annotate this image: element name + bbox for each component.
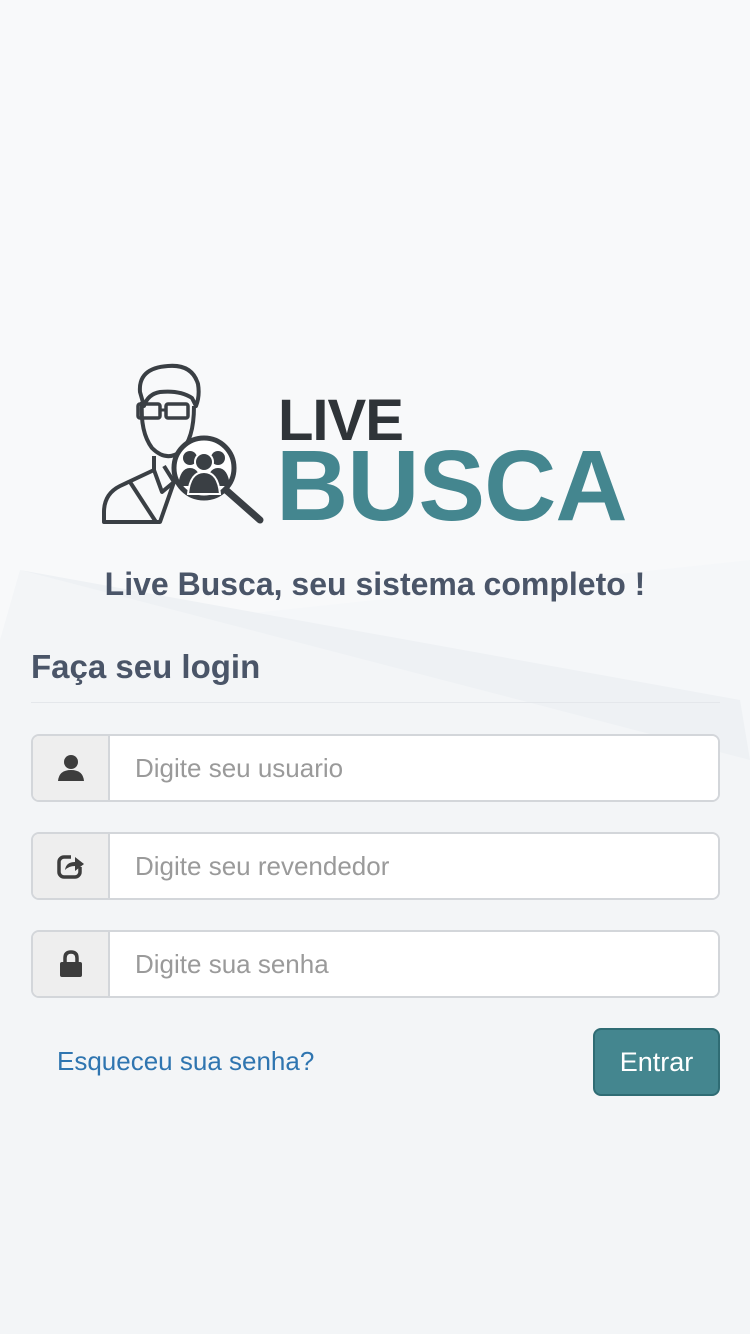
username-addon — [33, 736, 110, 800]
share-icon — [56, 853, 85, 879]
user-icon — [57, 755, 84, 781]
enter-button[interactable]: Entrar — [593, 1028, 720, 1096]
lock-icon — [59, 950, 82, 977]
password-addon — [33, 932, 110, 996]
password-field-group — [31, 930, 720, 998]
password-input[interactable] — [110, 932, 718, 996]
username-input[interactable] — [110, 736, 718, 800]
reseller-addon — [33, 834, 110, 898]
tagline: Live Busca, seu sistema completo ! — [104, 566, 646, 602]
divider — [31, 702, 720, 703]
login-title: Faça seu login — [31, 648, 261, 685]
logo-text-busca: BUSCA — [276, 430, 628, 542]
reseller-input[interactable] — [110, 834, 718, 898]
reseller-field-group — [31, 832, 720, 900]
man-with-magnifier-logo-icon — [102, 363, 264, 524]
forgot-password-link[interactable]: Esqueceu sua senha? — [57, 1046, 314, 1077]
username-field-group — [31, 734, 720, 802]
